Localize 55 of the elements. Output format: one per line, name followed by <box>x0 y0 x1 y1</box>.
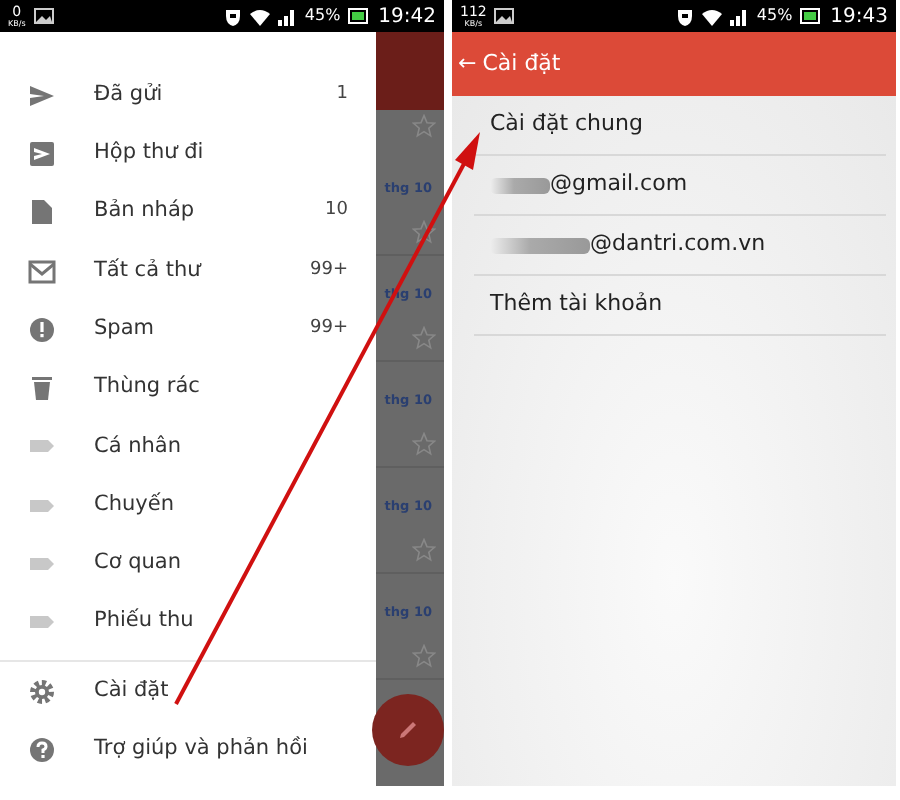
item-count: 99+ <box>310 316 348 343</box>
battery-percent: 45% <box>304 4 341 28</box>
drawer-item[interactable]: Hộp thư đi <box>0 124 376 184</box>
signal-icon <box>278 7 297 25</box>
redacted-text <box>490 177 550 193</box>
shield-icon <box>224 7 243 25</box>
help-icon <box>28 735 56 764</box>
shield-icon <box>676 7 695 25</box>
settings-item[interactable]: Thêm tài khoản <box>474 276 886 336</box>
drawer-item[interactable]: Thùng rác <box>0 358 376 418</box>
drawer-item[interactable]: Tất cả thư 99+ <box>0 241 376 301</box>
drawer-item[interactable]: Spam 99+ <box>0 300 376 359</box>
document-icon <box>28 198 56 227</box>
wifi-icon <box>702 7 723 25</box>
account-email: @gmail.com <box>550 168 688 201</box>
outbox-icon <box>28 139 56 168</box>
star-icon <box>412 114 436 138</box>
signal-icon <box>730 7 749 25</box>
warning-icon <box>28 315 56 344</box>
item-count: 10 <box>325 198 348 225</box>
toolbar-title: Cài đặt <box>482 47 561 80</box>
star-icon <box>412 537 436 562</box>
wifi-icon <box>250 7 271 25</box>
battery-percent: 45% <box>756 4 793 28</box>
status-time: 19:43 <box>830 3 888 31</box>
send-icon <box>28 81 56 110</box>
drawer-item[interactable]: Cài đặt <box>0 661 376 721</box>
image-icon <box>33 8 54 24</box>
drawer-item[interactable]: Cơ quan <box>0 534 376 594</box>
image-icon <box>494 8 515 24</box>
trash-icon <box>28 374 56 403</box>
back-button[interactable]: ← <box>458 47 477 81</box>
item-count: 99+ <box>310 257 348 284</box>
item-count: 1 <box>336 81 348 108</box>
app-header <box>376 32 444 110</box>
star-icon <box>412 219 436 244</box>
pencil-icon <box>396 718 420 742</box>
redacted-text <box>490 237 590 253</box>
mail-icon <box>28 257 56 286</box>
settings-icon <box>28 677 56 706</box>
drawer-item[interactable]: Phiếu thu <box>0 593 376 652</box>
star-icon <box>412 643 436 668</box>
settings-item[interactable]: @gmail.com <box>474 156 886 216</box>
star-icon <box>412 431 436 456</box>
drawer-item[interactable]: Chuyến <box>0 476 376 535</box>
star-icon <box>412 325 436 350</box>
settings-item[interactable]: @dantri.com.vn <box>474 216 886 276</box>
battery-icon <box>348 8 371 24</box>
drawer-item[interactable]: Trợ giúp và phản hồi <box>0 720 376 780</box>
drawer-item[interactable]: Đã gửi 1 <box>0 66 376 125</box>
account-email: @dantri.com.vn <box>590 228 766 261</box>
drawer-item[interactable]: Bản nháp 10 <box>0 183 376 242</box>
battery-icon <box>800 8 823 24</box>
status-time: 19:42 <box>378 3 436 31</box>
drawer-item[interactable]: Cá nhân <box>0 417 376 477</box>
